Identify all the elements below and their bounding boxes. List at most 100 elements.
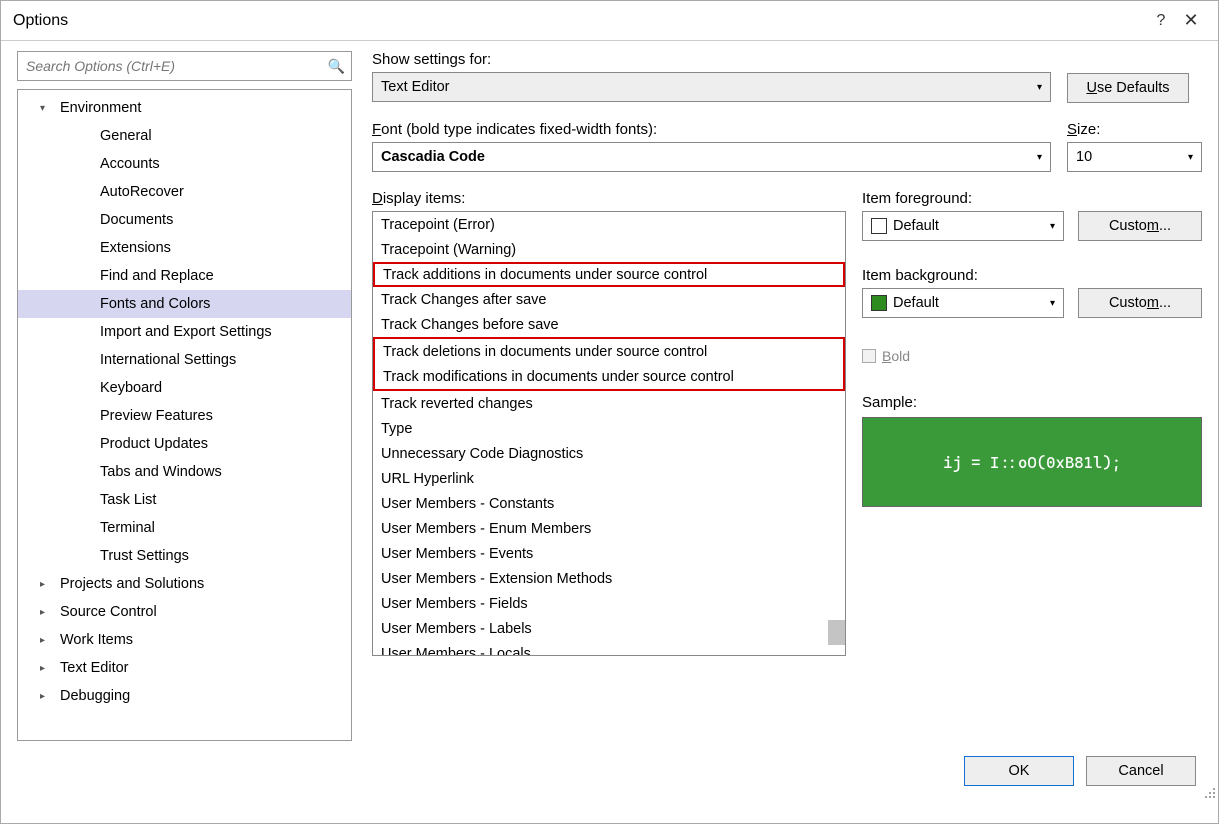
- tree-item-label: AutoRecover: [100, 184, 184, 200]
- tree-item-label: Import and Export Settings: [100, 324, 272, 340]
- display-item[interactable]: User Members - Enum Members: [373, 516, 845, 541]
- chevron-down-icon: ▾: [1037, 152, 1042, 163]
- display-item[interactable]: Track Changes after save: [373, 287, 845, 312]
- display-item[interactable]: Tracepoint (Warning): [373, 237, 845, 262]
- font-dropdown[interactable]: Cascadia Code ▾: [372, 142, 1051, 172]
- tree-item-label: Text Editor: [60, 660, 129, 676]
- tree-item[interactable]: Preview Features: [18, 402, 351, 430]
- item-background-dropdown[interactable]: Default ▾: [862, 288, 1064, 318]
- display-item[interactable]: Track reverted changes: [373, 391, 845, 416]
- tree-item[interactable]: ▾ Environment: [18, 94, 351, 122]
- scrollbar-thumb[interactable]: [828, 620, 845, 645]
- display-item[interactable]: Type: [373, 416, 845, 441]
- sample-preview: ij = I::oO(0xB81l);: [862, 417, 1202, 507]
- expander-closed-icon[interactable]: ▸: [40, 691, 54, 702]
- item-background-label: Item background:: [862, 267, 1202, 284]
- ok-button[interactable]: OK: [964, 756, 1074, 786]
- tree-item[interactable]: International Settings: [18, 346, 351, 374]
- tree-item-label: Trust Settings: [100, 548, 189, 564]
- tree-item[interactable]: Accounts: [18, 150, 351, 178]
- sample-label: Sample:: [862, 394, 1202, 411]
- custom-foreground-button[interactable]: Custom...: [1078, 211, 1202, 241]
- display-item[interactable]: User Members - Events: [373, 541, 845, 566]
- foreground-swatch-icon: [871, 218, 887, 234]
- tree-item[interactable]: ▸ Text Editor: [18, 654, 351, 682]
- display-item[interactable]: User Members - Labels: [373, 616, 845, 641]
- display-item[interactable]: Unnecessary Code Diagnostics: [373, 441, 845, 466]
- tree-item[interactable]: Documents: [18, 206, 351, 234]
- expander-closed-icon[interactable]: ▸: [40, 663, 54, 674]
- display-items-label: Display items:: [372, 190, 846, 207]
- tree-item-label: Environment: [60, 100, 141, 116]
- size-label: Size:: [1067, 121, 1202, 138]
- tree-item-label: Extensions: [100, 240, 171, 256]
- custom-background-button[interactable]: Custom...: [1078, 288, 1202, 318]
- tree-item[interactable]: ▸Projects and Solutions: [18, 570, 351, 598]
- tree-item[interactable]: ▸ Debugging: [18, 682, 351, 710]
- show-settings-dropdown[interactable]: Text Editor ▾: [372, 72, 1051, 102]
- tree-item-label: Product Updates: [100, 436, 208, 452]
- tree-item[interactable]: Product Updates: [18, 430, 351, 458]
- expander-closed-icon[interactable]: ▸: [40, 607, 54, 618]
- bold-checkbox: Bold: [862, 348, 1202, 364]
- tree-item[interactable]: Extensions: [18, 234, 351, 262]
- tree-item-label: Find and Replace: [100, 268, 214, 284]
- use-defaults-button[interactable]: Use Defaults: [1067, 73, 1189, 103]
- font-label: Font (bold type indicates fixed-width fo…: [372, 121, 1051, 138]
- tree-item-label: Documents: [100, 212, 173, 228]
- help-icon[interactable]: ?: [1146, 12, 1176, 30]
- display-item[interactable]: User Members - Locals: [373, 641, 845, 656]
- chevron-down-icon: ▾: [1188, 152, 1193, 163]
- display-item[interactable]: User Members - Fields: [373, 591, 845, 616]
- title-bar: Options ? ✕: [1, 1, 1218, 41]
- display-item[interactable]: Track Changes before save: [373, 312, 845, 337]
- tree-item[interactable]: Tabs and Windows: [18, 458, 351, 486]
- display-item[interactable]: URL Hyperlink: [373, 466, 845, 491]
- search-wrap[interactable]: 🔍: [17, 51, 352, 81]
- cancel-button[interactable]: Cancel: [1086, 756, 1196, 786]
- tree-item-label: Debugging: [60, 688, 130, 704]
- show-settings-label: Show settings for:: [372, 51, 1051, 68]
- tree-item-label: Keyboard: [100, 380, 162, 396]
- display-item[interactable]: Track modifications in documents under s…: [375, 364, 843, 389]
- display-items-list[interactable]: Tracepoint (Error)Tracepoint (Warning)Tr…: [372, 211, 846, 656]
- expander-open-icon[interactable]: ▾: [40, 103, 54, 114]
- tree-item[interactable]: ▸Work Items: [18, 626, 351, 654]
- chevron-down-icon: ▾: [1037, 82, 1042, 93]
- display-item[interactable]: Track additions in documents under sourc…: [373, 262, 845, 287]
- window-title: Options: [13, 12, 1146, 30]
- chevron-down-icon: ▾: [1050, 221, 1055, 232]
- expander-closed-icon[interactable]: ▸: [40, 579, 54, 590]
- category-tree[interactable]: ▾ Environment General Accounts AutoRecover Do…: [17, 89, 352, 741]
- tree-item[interactable]: AutoRecover: [18, 178, 351, 206]
- tree-item[interactable]: Terminal: [18, 514, 351, 542]
- background-swatch-icon: [871, 295, 887, 311]
- display-item[interactable]: Tracepoint (Error): [373, 212, 845, 237]
- item-foreground-label: Item foreground:: [862, 190, 1202, 207]
- tree-item[interactable]: Keyboard: [18, 374, 351, 402]
- search-input[interactable]: [24, 57, 328, 75]
- tree-item[interactable]: Find and Replace: [18, 262, 351, 290]
- tree-item-label: Terminal: [100, 520, 155, 536]
- tree-item[interactable]: General: [18, 122, 351, 150]
- tree-item-label: Preview Features: [100, 408, 213, 424]
- display-item[interactable]: Track deletions in documents under sourc…: [375, 339, 843, 364]
- search-icon[interactable]: 🔍: [328, 58, 345, 75]
- tree-item[interactable]: Import and Export Settings: [18, 318, 351, 346]
- expander-closed-icon[interactable]: ▸: [40, 635, 54, 646]
- tree-item[interactable]: ▸ Source Control: [18, 598, 351, 626]
- item-foreground-dropdown[interactable]: Default ▾: [862, 211, 1064, 241]
- display-item[interactable]: User Members - Constants: [373, 491, 845, 516]
- tree-item-label: Source Control: [60, 604, 157, 620]
- tree-item[interactable]: Fonts and Colors: [18, 290, 351, 318]
- close-icon[interactable]: ✕: [1176, 10, 1206, 31]
- tree-item-label: Tabs and Windows: [100, 464, 222, 480]
- size-dropdown[interactable]: 10 ▾: [1067, 142, 1202, 172]
- tree-item[interactable]: Trust Settings: [18, 542, 351, 570]
- tree-item-label: Fonts and Colors: [100, 296, 210, 312]
- tree-item-label: Accounts: [100, 156, 160, 172]
- display-item[interactable]: User Members - Extension Methods: [373, 566, 845, 591]
- checkbox-icon: [862, 349, 876, 363]
- tree-item[interactable]: Task List: [18, 486, 351, 514]
- resize-grip-icon[interactable]: [1202, 785, 1216, 799]
